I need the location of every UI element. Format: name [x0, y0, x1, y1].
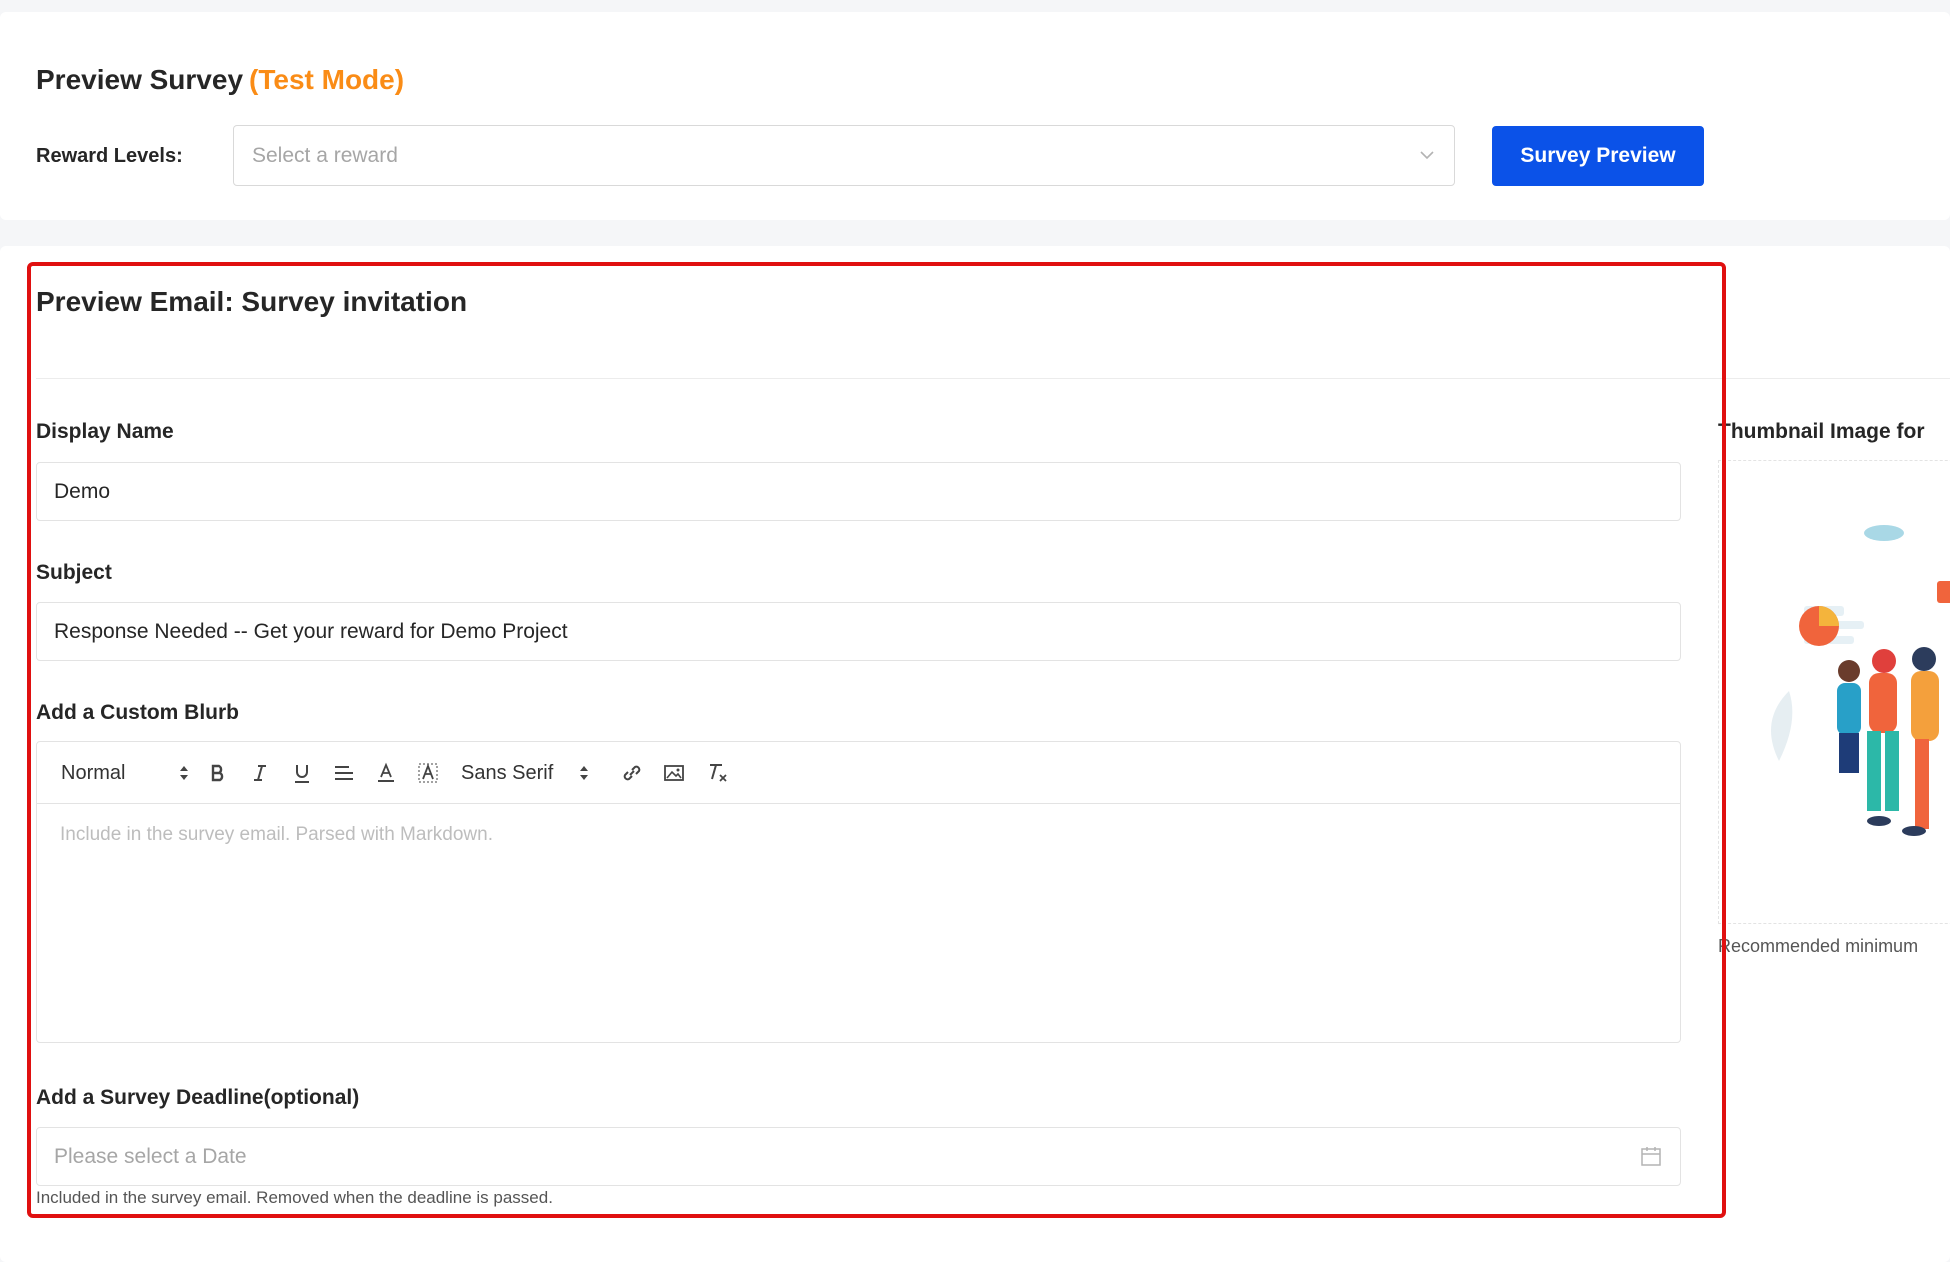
custom-blurb-label: Add a Custom Blurb — [36, 701, 239, 724]
survey-preview-button[interactable]: Survey Preview — [1492, 126, 1704, 186]
heading-select-value: Normal — [61, 761, 126, 784]
thumbnail-upload-area[interactable] — [1718, 460, 1950, 924]
underline-icon — [295, 765, 309, 783]
page-title: Preview Survey (Test Mode) — [36, 64, 404, 96]
bold-icon — [211, 764, 224, 782]
preview-survey-card: Preview Survey (Test Mode) — [0, 12, 1950, 220]
divider — [36, 378, 1950, 379]
image-button[interactable] — [663, 759, 685, 787]
align-button[interactable] — [333, 759, 355, 787]
email-preview-title: Preview Email: Survey invitation — [36, 286, 468, 317]
display-name-input[interactable]: Demo — [36, 462, 1681, 521]
background-color-button[interactable] — [417, 759, 439, 787]
chevron-down-icon — [1420, 151, 1434, 160]
deadline-placeholder: Please select a Date — [54, 1145, 247, 1168]
text-color-button[interactable] — [375, 759, 397, 787]
italic-icon — [254, 765, 266, 781]
page-title-text: Preview Survey — [36, 64, 244, 95]
page: Preview Survey (Test Mode) Reward Levels:… — [0, 0, 1950, 1262]
display-name-label: Display Name — [36, 420, 174, 443]
subject-label: Subject — [36, 561, 112, 584]
deadline-date-picker[interactable]: Please select a Date — [36, 1127, 1681, 1186]
clear-format-icon — [710, 764, 727, 782]
italic-button[interactable] — [249, 759, 271, 787]
thumbnail-note: Recommended minimum — [1718, 936, 1919, 956]
rich-text-editor: Normal Sans Serif Include in the survey … — [36, 741, 1681, 1043]
bold-button[interactable] — [207, 759, 229, 787]
background-color-icon — [418, 763, 438, 783]
subject-value: Response Needed -- Get your reward for D… — [54, 620, 568, 643]
thumbnail-label: Thumbnail Image for — [1718, 420, 1925, 443]
image-icon — [664, 765, 684, 781]
select-arrows-icon — [580, 766, 588, 780]
reward-select[interactable]: Select a reward — [233, 125, 1455, 186]
subject-input[interactable]: Response Needed -- Get your reward for D… — [36, 602, 1681, 661]
editor-toolbar: Normal Sans Serif — [37, 742, 1680, 804]
blurb-editor-content[interactable]: Include in the survey email. Parsed with… — [60, 824, 493, 846]
deadline-help-text: Included in the survey email. Removed wh… — [36, 1188, 553, 1207]
display-name-value: Demo — [54, 480, 111, 503]
reward-select-placeholder: Select a reward — [252, 144, 398, 167]
calendar-icon — [1641, 1147, 1661, 1166]
clear-format-button[interactable] — [705, 759, 729, 787]
align-icon — [335, 766, 353, 780]
test-mode-label: (Test Mode) — [249, 64, 405, 95]
underline-button[interactable] — [291, 759, 313, 787]
link-button[interactable] — [621, 759, 643, 787]
thumbnail-illustration — [1771, 525, 1950, 836]
deadline-label: Add a Survey Deadline(optional) — [36, 1086, 360, 1109]
font-select-value: Sans Serif — [461, 761, 554, 784]
font-select[interactable]: Sans Serif — [461, 759, 589, 787]
select-arrows-icon — [180, 766, 188, 780]
link-icon — [623, 765, 641, 781]
reward-levels-label: Reward Levels: — [36, 145, 183, 167]
text-color-icon — [378, 762, 394, 782]
heading-select[interactable]: Normal — [61, 759, 189, 787]
